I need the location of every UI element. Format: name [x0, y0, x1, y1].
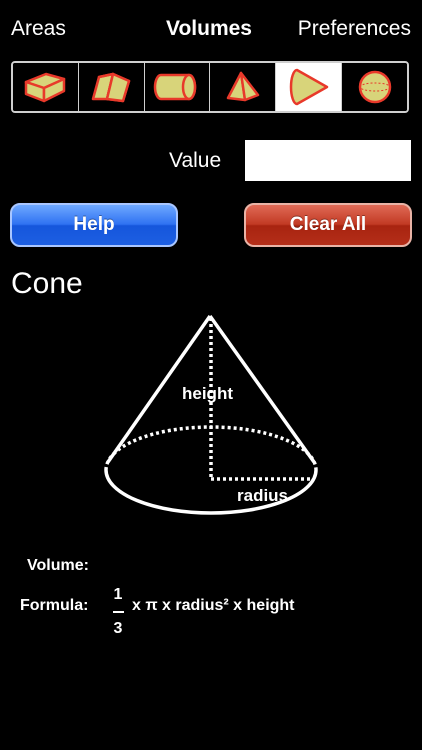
height-label: height [182, 384, 233, 403]
fraction-numerator: 1 [113, 586, 123, 603]
volume-label: Volume: [27, 557, 89, 574]
formula-fraction: 1 3 [109, 585, 127, 641]
cone-diagram [104, 314, 318, 515]
formula-text: x π x radius² x height [132, 597, 295, 614]
fraction-bar [113, 611, 124, 613]
radius-label: radius [237, 486, 289, 505]
formula-label: Formula: [20, 597, 89, 614]
fraction-denominator: 3 [113, 620, 123, 637]
